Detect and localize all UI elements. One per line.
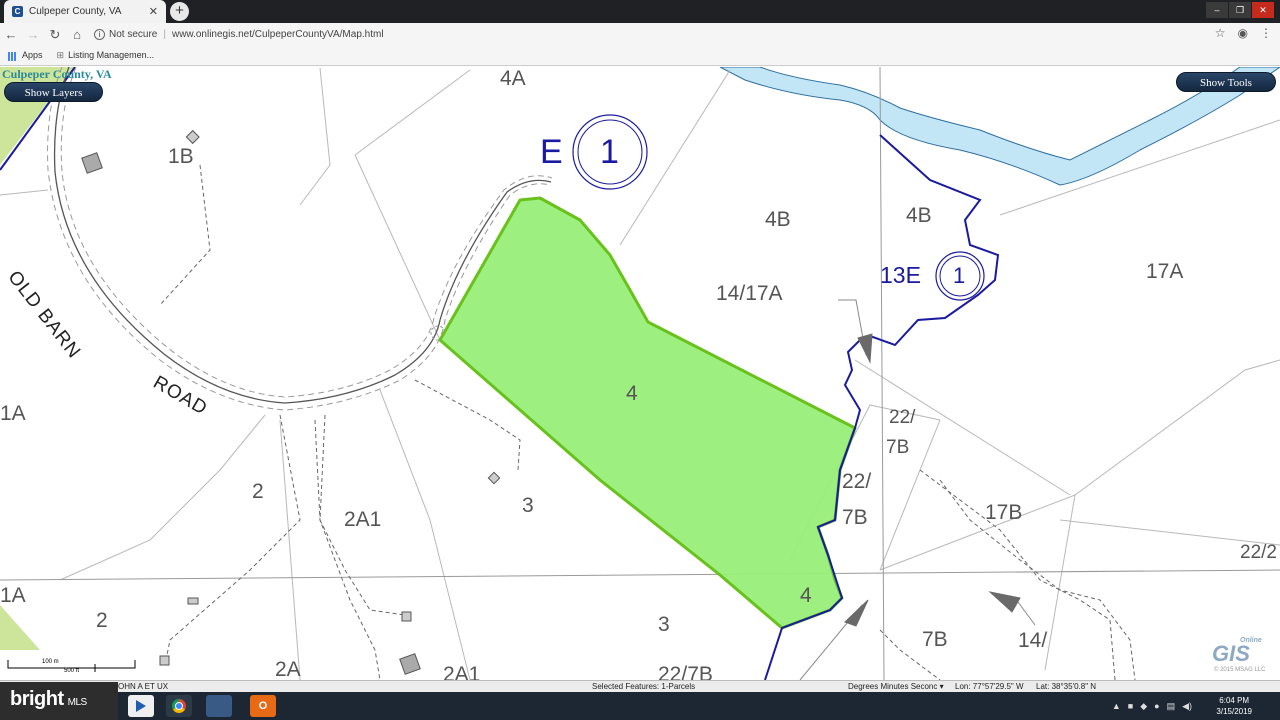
parcel-label: 17B: [985, 501, 1023, 524]
security-label: Not secure: [109, 29, 158, 40]
minimize-icon[interactable]: –: [1206, 2, 1228, 18]
parcel-label: 17A: [1146, 260, 1184, 283]
parcel-label: 4: [626, 382, 638, 405]
parcel-label: 3: [522, 494, 534, 517]
parcel-label: 4B: [906, 204, 932, 227]
bookmark-page-icon: ⊞: [56, 50, 65, 60]
zone-letter-label: 13E: [880, 262, 921, 288]
chrome-icon[interactable]: [166, 695, 192, 717]
tab-title: Culpeper County, VA: [29, 6, 122, 17]
windows-taskbar: O ▲ ■ ◆ ● ▤ ◀) 6:04 PM 3/15/2019: [0, 692, 1280, 720]
paint-icon[interactable]: [206, 695, 232, 717]
parcel-label: 1A: [0, 584, 26, 607]
online-gis-logo: GIS Online © 2015 MSAG LLC: [1212, 637, 1265, 673]
tray-icon[interactable]: ◆: [1140, 701, 1147, 712]
bookmark-apps-label: Apps: [22, 50, 43, 61]
browser-tabstrip: C Culpeper County, VA ✕ + – ❐ ✕: [0, 0, 1280, 23]
parcel-label: 4B: [765, 208, 791, 231]
parcel-label: 2A1: [344, 508, 382, 531]
network-icon[interactable]: ▤: [1167, 701, 1176, 712]
volume-icon[interactable]: ◀): [1182, 701, 1192, 712]
close-window-icon[interactable]: ✕: [1252, 2, 1274, 18]
parcel-label: 2A1: [443, 663, 481, 680]
show-tools-button[interactable]: Show Tools: [1176, 72, 1276, 92]
parcel-label: 4: [800, 584, 812, 607]
address-bar[interactable]: i Not secure | www.onlinegis.net/Culpepe…: [94, 29, 384, 40]
extension-icon[interactable]: ◉: [1238, 26, 1248, 40]
map-green-edge-bottom: [0, 605, 40, 650]
home-icon[interactable]: ⌂: [66, 27, 88, 42]
map-status-bar: OHN A ET UX Selected Features: 1-Parcels…: [0, 680, 1280, 692]
scale-label-meters: 100 m: [42, 659, 59, 665]
parcel-label: 1A: [0, 402, 26, 425]
parcel-label: 22/7B: [658, 663, 713, 680]
parcel-label: 4A: [500, 67, 526, 90]
zone-letter-label: E: [540, 133, 563, 171]
window-controls: – ❐ ✕: [1205, 2, 1274, 18]
taskbar-clock[interactable]: 6:04 PM 3/15/2019: [1216, 695, 1252, 717]
scale-label-feet: 500 ft: [64, 668, 80, 674]
reload-icon[interactable]: ↻: [44, 27, 66, 43]
back-arrow-icon[interactable]: ←: [0, 27, 22, 42]
bookmark-star-icon[interactable]: ☆: [1215, 26, 1226, 40]
gis-logo-online: Online: [1240, 637, 1262, 644]
watermark-brand: bright: [10, 688, 64, 710]
gis-logo-text: GIS: [1212, 641, 1250, 666]
map-viewport[interactable]: Culpeper County, VA Show Layers Show Too…: [0, 67, 1280, 680]
parcel-label: 7B: [886, 437, 910, 458]
watermark-suffix: MLS: [67, 697, 88, 708]
parcel-label: 2A: [275, 658, 301, 680]
bookmark-apps[interactable]: Apps: [8, 50, 43, 61]
show-layers-button[interactable]: Show Layers: [4, 82, 103, 102]
info-icon[interactable]: i: [94, 29, 105, 40]
system-tray: ▲ ■ ◆ ● ▤ ◀): [1112, 701, 1192, 712]
outlook-icon[interactable]: O: [250, 695, 276, 717]
parcel-label: 14/17A: [716, 282, 783, 305]
latitude-text: Lat: 38°35'0.8" N: [1036, 682, 1097, 691]
parcel-label: 22/: [842, 470, 872, 493]
parcel-label: 1B: [168, 145, 194, 168]
browser-toolbar: ← → ↻ ⌂ i Not secure | www.onlinegis.net…: [0, 23, 1280, 46]
apps-grid-icon: [8, 51, 17, 61]
tab-culpeper[interactable]: C Culpeper County, VA ✕: [4, 0, 166, 23]
selected-parcel[interactable]: [438, 196, 857, 630]
address-separator: |: [163, 29, 166, 40]
parcel-label: 2: [252, 480, 264, 503]
site-title: Culpeper County, VA: [2, 67, 112, 81]
bookmark-listing[interactable]: ⊞ Listing Managemen...: [57, 50, 155, 61]
bright-mls-watermark: bright MLS: [0, 682, 118, 720]
tray-icon[interactable]: ●: [1154, 701, 1159, 712]
close-tab-icon[interactable]: ✕: [149, 5, 158, 18]
site-favicon-icon: C: [12, 6, 23, 17]
forward-arrow-icon[interactable]: →: [22, 27, 44, 42]
longitude-text: Lon: 77°57'29.5" W: [955, 682, 1024, 691]
coord-mode-select[interactable]: Degrees Minutes Seconc ▾: [848, 682, 944, 691]
clock-date: 3/15/2019: [1216, 707, 1252, 716]
parcel-label: 2: [96, 609, 108, 632]
parcel-label: 22/: [889, 407, 916, 428]
gis-copyright: © 2015 MSAG LLC: [1214, 667, 1266, 673]
new-tab-button[interactable]: +: [170, 2, 189, 21]
parcel-label: 3: [658, 613, 670, 636]
parcel-label: 22/2: [1240, 542, 1277, 563]
zone-number-label: 1: [953, 263, 966, 288]
bookmark-listing-label: Listing Managemen...: [68, 50, 155, 60]
selected-features-text: Selected Features: 1-Parcels: [592, 682, 696, 691]
parcel-label: 7B: [842, 506, 868, 529]
tray-icon[interactable]: ▲: [1112, 701, 1121, 712]
parcel-label: 14/: [1018, 629, 1048, 652]
bookmarks-bar: Apps ⊞ Listing Managemen...: [0, 46, 1280, 66]
parcel-label: 7B: [922, 628, 948, 651]
url-text[interactable]: www.onlinegis.net/CulpeperCountyVA/Map.h…: [172, 29, 384, 40]
clock-time: 6:04 PM: [1219, 696, 1250, 705]
zone-number-label: 1: [600, 133, 619, 171]
tray-icon[interactable]: ■: [1128, 701, 1133, 712]
media-player-icon[interactable]: [128, 695, 154, 717]
restore-icon[interactable]: ❐: [1229, 2, 1251, 18]
owner-text: OHN A ET UX: [118, 682, 169, 691]
menu-kebab-icon[interactable]: ⋮: [1260, 26, 1272, 40]
